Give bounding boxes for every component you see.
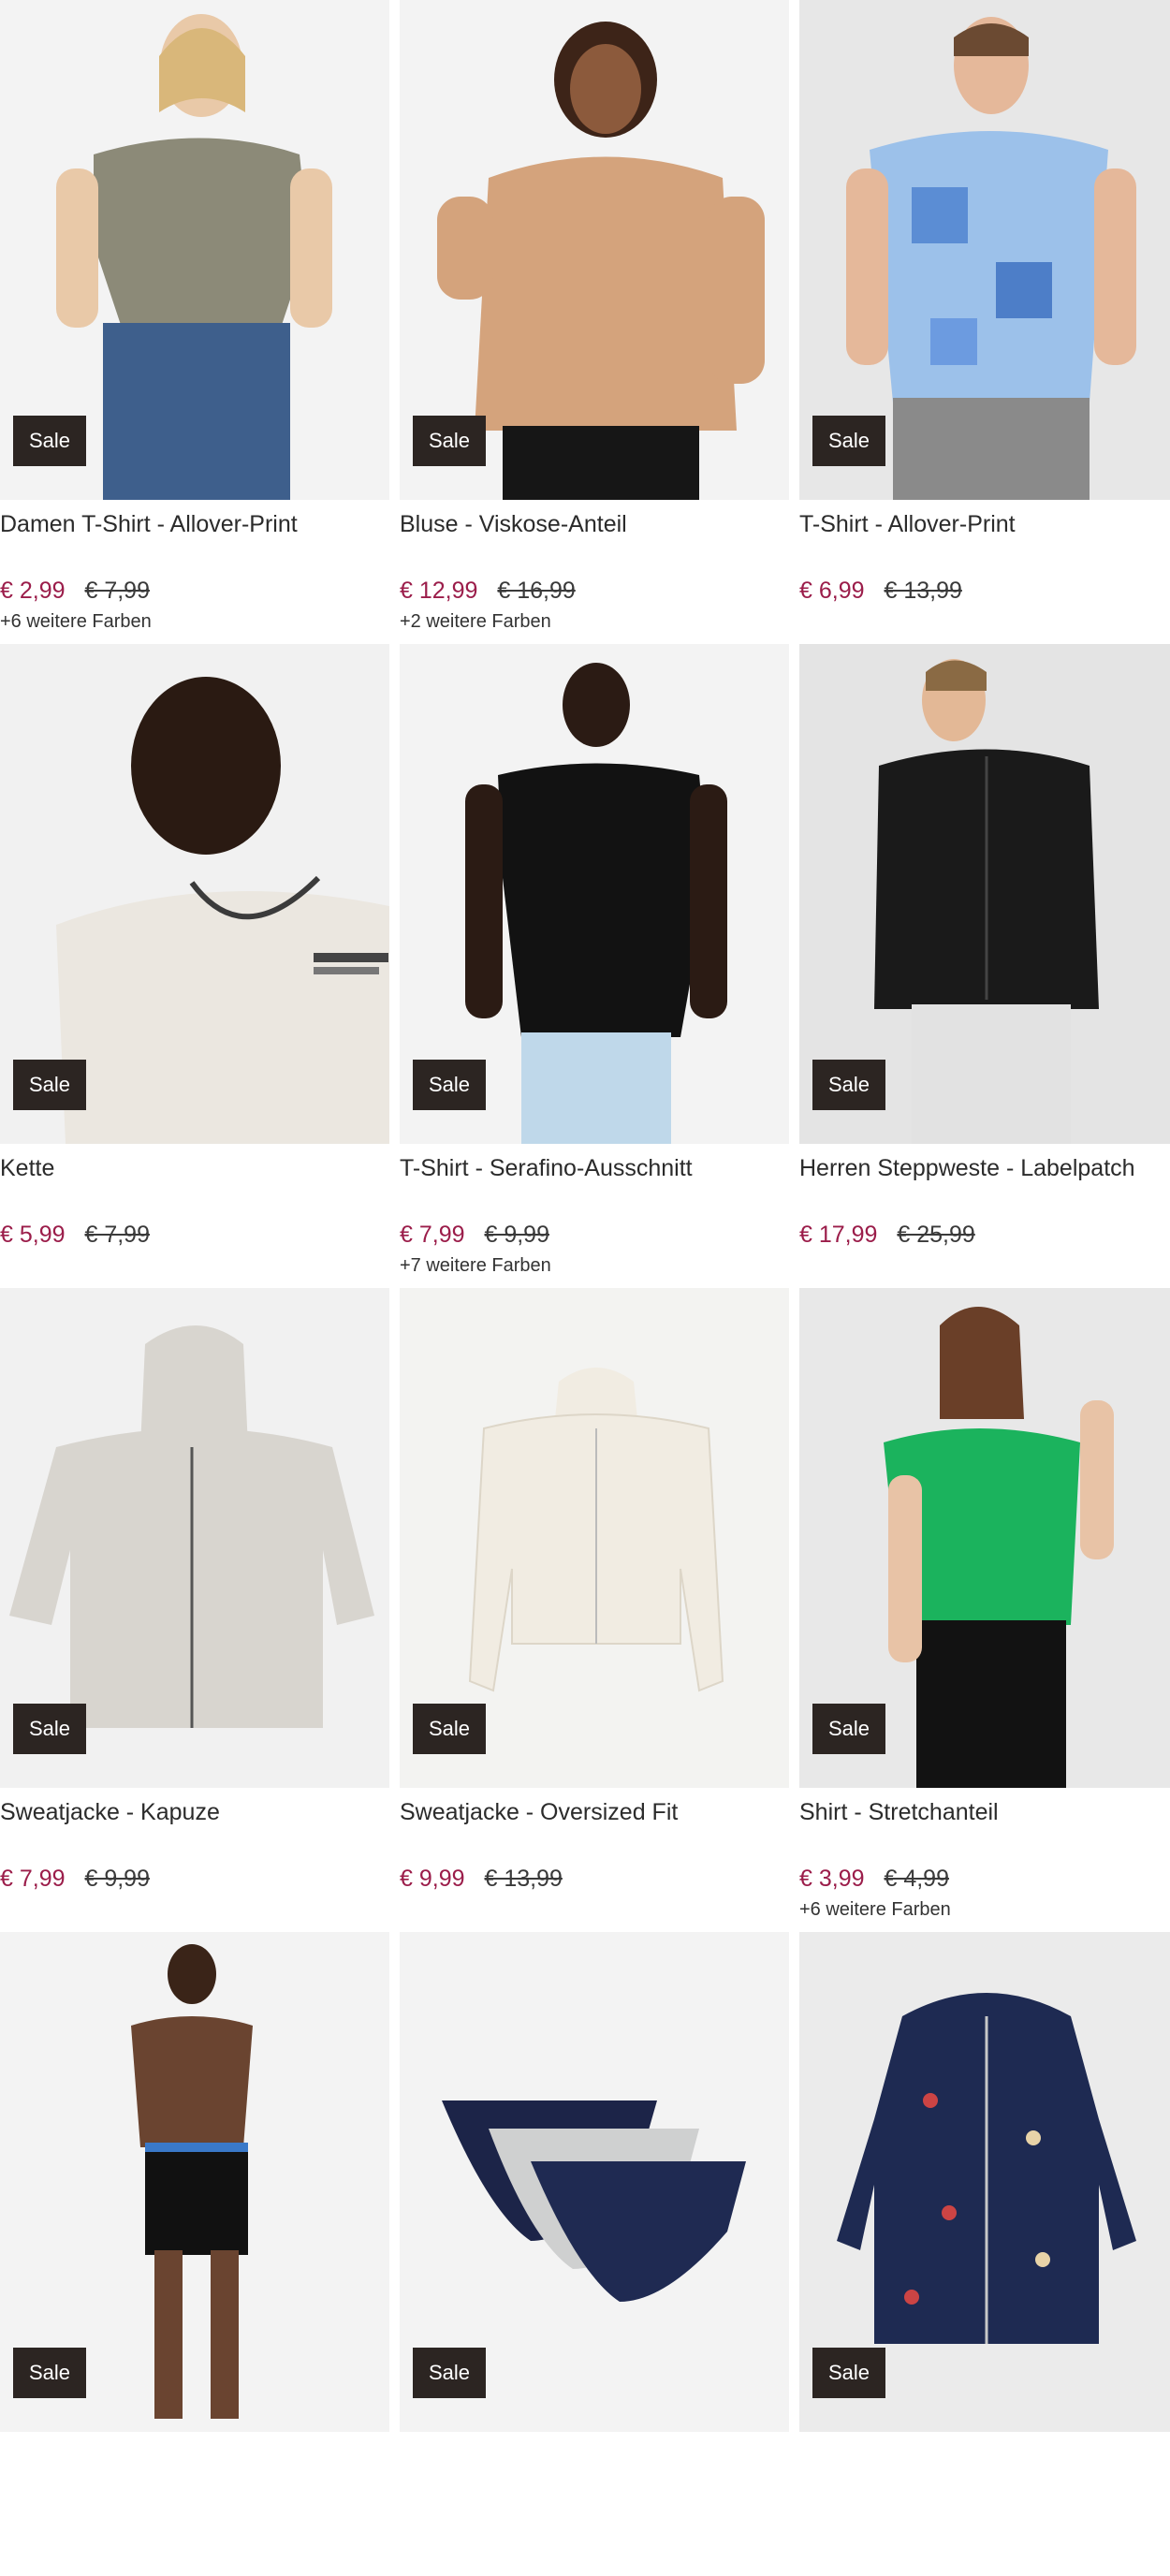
sale-price: € 9,99 xyxy=(400,1866,465,1892)
original-price: € 9,99 xyxy=(484,1222,549,1248)
sale-badge: Sale xyxy=(812,2348,885,2398)
sale-badge: Sale xyxy=(812,416,885,466)
sale-badge: Sale xyxy=(413,1060,486,1110)
product-image[interactable]: Sale xyxy=(400,1288,789,1788)
product-card[interactable]: Sale Kette € 5,99 € 7,99 xyxy=(0,644,389,1288)
product-card[interactable]: Sale Damen T-Shirt - Allover-Print € 2,9… xyxy=(0,0,389,644)
original-price: € 16,99 xyxy=(497,578,576,604)
original-price: € 9,99 xyxy=(84,1866,150,1892)
original-price: € 13,99 xyxy=(484,1866,563,1892)
product-image[interactable]: Sale xyxy=(400,1932,789,2432)
more-colors-link[interactable]: +2 weitere Farben xyxy=(400,608,789,635)
product-image[interactable]: Sale xyxy=(0,0,389,500)
product-card[interactable]: Sale T-Shirt - Allover-Print € 6,99 € 13… xyxy=(799,0,1170,644)
original-price: € 4,99 xyxy=(884,1866,949,1892)
product-image[interactable]: Sale xyxy=(799,0,1170,500)
product-title[interactable]: Sweatjacke - Oversized Fit xyxy=(400,1795,789,1829)
product-image[interactable]: Sale xyxy=(0,1932,389,2432)
sale-badge: Sale xyxy=(413,2348,486,2398)
sale-badge: Sale xyxy=(13,2348,86,2398)
sale-badge: Sale xyxy=(413,1704,486,1754)
product-card[interactable]: Sale Herren Steppweste - Labelpatch € 17… xyxy=(799,644,1170,1288)
product-image[interactable]: Sale xyxy=(400,0,789,500)
product-card[interactable]: Sale xyxy=(400,1932,789,2576)
sale-badge: Sale xyxy=(413,416,486,466)
product-image[interactable]: Sale xyxy=(799,1932,1170,2432)
price-row: € 3,99 € 4,99 xyxy=(799,1863,1170,1895)
sale-badge: Sale xyxy=(13,416,86,466)
sale-price: € 6,99 xyxy=(799,578,865,604)
product-title[interactable]: T-Shirt - Serafino-Ausschnitt xyxy=(400,1151,789,1185)
price-row: € 17,99 € 25,99 xyxy=(799,1219,1170,1251)
price-row: € 7,99 € 9,99 xyxy=(400,1219,789,1251)
sale-badge: Sale xyxy=(13,1060,86,1110)
product-card[interactable]: Sale Bluse - Viskose-Anteil € 12,99 € 16… xyxy=(400,0,789,644)
product-image[interactable]: Sale xyxy=(799,1288,1170,1788)
sale-badge: Sale xyxy=(812,1060,885,1110)
product-card[interactable]: Sale T-Shirt - Serafino-Ausschnitt € 7,9… xyxy=(400,644,789,1288)
product-image[interactable]: Sale xyxy=(0,1288,389,1788)
product-title[interactable]: Bluse - Viskose-Anteil xyxy=(400,507,789,541)
original-price: € 7,99 xyxy=(84,578,150,604)
sale-price: € 12,99 xyxy=(400,578,478,604)
more-colors-link[interactable]: +6 weitere Farben xyxy=(0,608,389,635)
more-colors-link[interactable]: +6 weitere Farben xyxy=(799,1896,1170,1923)
sale-price: € 17,99 xyxy=(799,1222,878,1248)
original-price: € 7,99 xyxy=(84,1222,150,1248)
sale-price: € 7,99 xyxy=(400,1222,465,1248)
sale-price: € 7,99 xyxy=(0,1866,66,1892)
product-card[interactable]: Sale Sweatjacke - Kapuze € 7,99 € 9,99 xyxy=(0,1288,389,1932)
product-title[interactable]: Kette xyxy=(0,1151,389,1185)
product-card[interactable]: Sale xyxy=(0,1932,389,2576)
price-row: € 7,99 € 9,99 xyxy=(0,1863,389,1895)
product-title[interactable]: Damen T-Shirt - Allover-Print xyxy=(0,507,389,541)
sale-price: € 3,99 xyxy=(799,1866,865,1892)
product-title[interactable]: Shirt - Stretchanteil xyxy=(799,1795,1170,1829)
sale-price: € 2,99 xyxy=(0,578,66,604)
original-price: € 25,99 xyxy=(897,1222,975,1248)
sale-badge: Sale xyxy=(812,1704,885,1754)
sale-badge: Sale xyxy=(13,1704,86,1754)
price-row: € 2,99 € 7,99 xyxy=(0,575,389,607)
product-card[interactable]: Sale Shirt - Stretchanteil € 3,99 € 4,99… xyxy=(799,1288,1170,1932)
price-row: € 9,99 € 13,99 xyxy=(400,1863,789,1895)
price-row: € 6,99 € 13,99 xyxy=(799,575,1170,607)
product-image[interactable]: Sale xyxy=(0,644,389,1144)
sale-price: € 5,99 xyxy=(0,1222,66,1248)
product-title[interactable]: Herren Steppweste - Labelpatch xyxy=(799,1151,1170,1185)
more-colors-link[interactable]: +7 weitere Farben xyxy=(400,1252,789,1279)
product-card[interactable]: Sale Sweatjacke - Oversized Fit € 9,99 €… xyxy=(400,1288,789,1932)
product-grid: Sale Damen T-Shirt - Allover-Print € 2,9… xyxy=(0,0,1170,2576)
price-row: € 5,99 € 7,99 xyxy=(0,1219,389,1251)
product-title[interactable]: T-Shirt - Allover-Print xyxy=(799,507,1170,541)
product-title[interactable]: Sweatjacke - Kapuze xyxy=(0,1795,389,1829)
product-image[interactable]: Sale xyxy=(400,644,789,1144)
price-row: € 12,99 € 16,99 xyxy=(400,575,789,607)
product-image[interactable]: Sale xyxy=(799,644,1170,1144)
original-price: € 13,99 xyxy=(884,578,962,604)
product-card[interactable]: Sale xyxy=(799,1932,1170,2576)
